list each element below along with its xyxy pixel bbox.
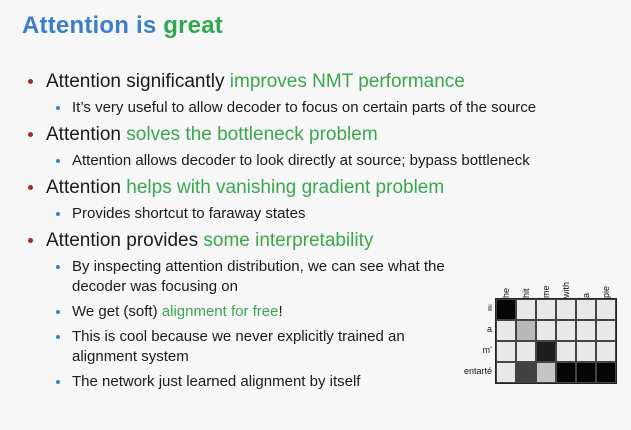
bullet-3-highlight: helps with vanishing gradient problem	[126, 177, 445, 198]
sub-bullet-3-1-text: Provides shortcut to faraway states	[72, 205, 306, 222]
matrix-cell	[596, 362, 616, 383]
matrix-row-label: m’	[482, 345, 493, 355]
matrix-cell	[576, 341, 596, 362]
bullet-1-text: Attention significantly	[46, 71, 230, 92]
matrix-cell	[516, 362, 536, 383]
sub-bullet-4-4: The network just learned alignment by it…	[26, 372, 452, 392]
matrix-cell	[536, 320, 556, 341]
sub-bullet-2-1-text: Attention allows decoder to look directl…	[72, 152, 530, 169]
matrix-cell	[536, 341, 556, 362]
matrix-cell	[516, 320, 536, 341]
matrix-cell	[556, 362, 576, 383]
matrix-row-label: il	[488, 303, 492, 313]
sub-bullet-4-3: This is cool because we never explicitly…	[26, 327, 452, 367]
title-part-2: great	[163, 12, 223, 39]
matrix-cell	[496, 299, 516, 320]
matrix-cell	[496, 362, 516, 383]
matrix-cell	[496, 320, 516, 341]
sub-bullet-4-1: By inspecting attention distribution, we…	[26, 257, 452, 297]
slide-title: Attention is great	[22, 12, 223, 40]
bullet-4: Attention provides some interpretability	[26, 229, 626, 253]
sub-bullet-4-1-text: By inspecting attention distribution, we…	[72, 258, 445, 295]
bullet-4-highlight: some interpretability	[203, 230, 374, 251]
matrix-cell	[576, 362, 596, 383]
sub-bullet-1-1: It’s very useful to allow decoder to foc…	[26, 98, 626, 118]
sub-bullet-4-3-text: This is cool because we never explicitly…	[72, 328, 405, 365]
bullet-1-highlight: improves NMT performance	[229, 71, 465, 92]
matrix-cell	[576, 299, 596, 320]
matrix-cell	[556, 299, 576, 320]
bullet-1: Attention significantly improves NMT per…	[26, 70, 626, 94]
bullet-2-highlight: solves the bottleneck problem	[126, 124, 378, 145]
sub-bullet-2-1: Attention allows decoder to look directl…	[26, 151, 626, 171]
sub-bullet-4-2-highlight: alignment for free	[161, 303, 279, 320]
sub-bullet-4-2-text: We get (soft)	[72, 303, 162, 320]
matrix-col-label: me	[541, 285, 551, 298]
title-part-1: Attention is	[22, 12, 157, 39]
matrix-cell	[536, 362, 556, 383]
slide: Attention is great Attention significant…	[0, 0, 631, 430]
matrix-col-label: he	[501, 287, 511, 298]
sub-bullet-4-2-tail: !	[278, 303, 283, 320]
matrix-row-label: a	[486, 324, 492, 334]
bullet-2-text: Attention	[46, 124, 127, 145]
matrix-column-labels: he hit me with a pie	[497, 268, 631, 298]
sub-bullet-4-2: We get (soft) alignment for free!	[26, 302, 452, 322]
matrix-row-label: entarté	[463, 366, 492, 376]
matrix-cell	[596, 341, 616, 362]
bullet-3: Attention helps with vanishing gradient …	[26, 176, 626, 200]
matrix-cell	[596, 299, 616, 320]
sub-bullet-3-1: Provides shortcut to faraway states	[26, 204, 626, 224]
matrix-cell	[556, 341, 576, 362]
matrix-cell	[556, 320, 576, 341]
matrix-cell	[516, 299, 536, 320]
bullet-2: Attention solves the bottleneck problem	[26, 123, 626, 147]
sub-bullet-4-4-text: The network just learned alignment by it…	[72, 373, 361, 390]
matrix-cell	[596, 320, 616, 341]
matrix-col-label: with	[561, 281, 571, 298]
bullet-4-text: Attention provides	[46, 230, 204, 251]
sub-bullet-1-1-text: It’s very useful to allow decoder to foc…	[72, 99, 537, 116]
bullet-3-text: Attention	[46, 177, 127, 198]
matrix-cell	[576, 320, 596, 341]
matrix-col-label: hit	[521, 288, 531, 298]
matrix-col-label: pie	[601, 285, 611, 298]
matrix-grid	[495, 298, 617, 384]
matrix-cell	[496, 341, 516, 362]
matrix-cell	[536, 299, 556, 320]
matrix-cell	[516, 341, 536, 362]
